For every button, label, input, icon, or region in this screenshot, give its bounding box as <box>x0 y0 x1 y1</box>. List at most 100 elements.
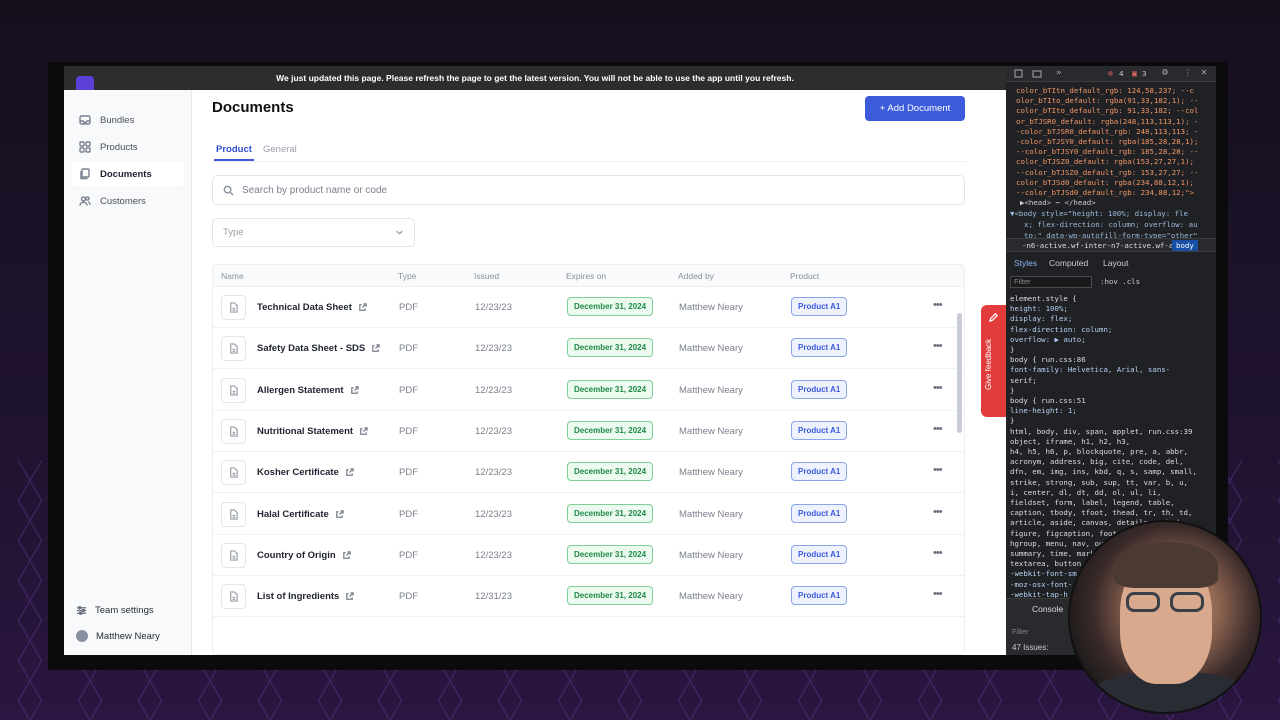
document-name-text: Safety Data Sheet - SDS <box>257 343 366 355</box>
styles-filter-input[interactable]: Filter <box>1010 276 1092 288</box>
product-badge[interactable]: Product A1 <box>791 462 848 482</box>
column-header-expires[interactable]: Expires on <box>566 271 606 281</box>
sidebar-item-products[interactable]: Products <box>72 135 184 159</box>
external-link-icon[interactable] <box>350 385 359 395</box>
kebab-menu-icon[interactable]: ⋮ <box>1184 68 1191 77</box>
issues-count[interactable]: 47 Issues: <box>1012 643 1048 652</box>
table-row[interactable]: Kosher Certificate PDF 12/23/23 December 31… <box>213 452 964 494</box>
product-badge[interactable]: Product A1 <box>791 379 848 399</box>
sidebar-item-bundles[interactable]: Bundles <box>72 108 184 132</box>
close-icon[interactable]: ✕ <box>1201 67 1207 78</box>
table-row[interactable]: Technical Data Sheet PDF 12/23/23 December … <box>213 287 964 328</box>
style-rule-line: object, iframe, h1, h2, h3, <box>1010 436 1131 446</box>
tab-computed[interactable]: Computed <box>1049 258 1088 268</box>
style-rule-line: height: 100%; <box>1010 304 1068 314</box>
product-badge[interactable]: Product A1 <box>791 420 848 440</box>
product-badge[interactable]: Product A1 <box>791 586 848 606</box>
document-name[interactable]: List of Ingredients <box>257 591 355 602</box>
table-scrollbar[interactable] <box>957 313 962 433</box>
row-menu-icon[interactable]: ••• <box>933 299 943 311</box>
external-link-icon[interactable] <box>335 509 344 519</box>
tab-general[interactable]: General <box>263 144 297 155</box>
document-name[interactable]: Technical Data Sheet <box>257 302 367 313</box>
devtools-code-line: olor_bTIto_default: rgba(91,33,182,1); -… <box>1016 96 1199 106</box>
device-icon[interactable] <box>1032 69 1042 79</box>
tab-product[interactable]: Product <box>216 144 252 155</box>
column-header-added-by[interactable]: Added by <box>678 271 714 281</box>
product-badge[interactable]: Product A1 <box>791 544 848 564</box>
issued-date: 12/23/23 <box>475 508 512 520</box>
table-row[interactable]: Halal Certificate PDF 12/23/23 December 31,… <box>213 494 964 535</box>
issued-date: 12/23/23 <box>475 425 512 437</box>
error-icon[interactable]: ⊗ <box>1108 69 1113 78</box>
style-rule-line: } <box>1010 345 1015 354</box>
product-badge[interactable]: Product A1 <box>791 503 848 523</box>
tab-layout[interactable]: Layout <box>1103 258 1129 268</box>
table-row[interactable]: Country of Origin PDF 12/23/23 December 31,… <box>213 535 964 576</box>
external-link-icon[interactable] <box>345 592 355 601</box>
document-name[interactable]: Halal Certificate <box>257 509 344 520</box>
style-rule-line: -moz-osx-font- <box>1010 579 1073 589</box>
breadcrumb-path[interactable]: -n6-active.wf-inter-n7-active.wf-active <box>1022 241 1196 250</box>
hov-cls-toggle[interactable]: :hov .cls <box>1100 277 1140 286</box>
expiry-badge: December 31, 2024 <box>567 462 654 482</box>
warning-icon[interactable]: ▣ <box>1132 69 1137 78</box>
column-header-product[interactable]: Product <box>790 271 819 281</box>
tab-styles[interactable]: Styles <box>1014 258 1037 268</box>
body-node[interactable]: ▼<body style="height: 100%; display: fle <box>1010 209 1188 218</box>
document-type: PDF <box>399 508 418 520</box>
table-row[interactable]: Safety Data Sheet - SDS PDF 12/23/23 Decemb… <box>213 328 964 370</box>
sidebar-item-documents[interactable]: Documents <box>72 162 184 186</box>
column-header-name[interactable]: Name <box>221 271 244 281</box>
external-link-icon[interactable] <box>371 344 380 353</box>
document-name[interactable]: Allergen Statement <box>257 385 359 396</box>
external-link-icon[interactable] <box>345 468 354 477</box>
head-node[interactable]: ▶<head> ⋯ </head> <box>1020 198 1096 207</box>
add-document-button[interactable]: + Add Document <box>865 96 965 121</box>
column-header-issued[interactable]: Issued <box>474 271 499 281</box>
row-menu-icon[interactable]: ••• <box>933 423 943 435</box>
document-name[interactable]: Kosher Certificate <box>257 467 354 478</box>
issued-date: 12/23/23 <box>475 384 512 396</box>
row-menu-icon[interactable]: ••• <box>933 547 943 559</box>
search-input[interactable]: Search by product name or code <box>212 175 965 205</box>
row-menu-icon[interactable]: ••• <box>933 340 943 352</box>
row-menu-icon[interactable]: ••• <box>933 588 943 600</box>
expiry-badge: December 31, 2024 <box>567 586 654 606</box>
team-settings-link[interactable]: Team settings <box>76 605 154 616</box>
more-tabs-icon[interactable]: » <box>1056 68 1061 78</box>
external-link-icon[interactable] <box>342 551 351 560</box>
document-type: PDF <box>399 302 418 313</box>
console-tab[interactable]: Console <box>1032 604 1063 614</box>
give-feedback-tab[interactable]: Give feedback <box>981 305 1006 417</box>
issued-date: 12/23/23 <box>475 549 512 561</box>
console-filter-input[interactable]: Filter <box>1012 627 1029 636</box>
document-name[interactable]: Country of Origin <box>257 550 351 561</box>
document-name[interactable]: Safety Data Sheet - SDS <box>257 343 380 354</box>
row-menu-icon[interactable]: ••• <box>933 382 943 394</box>
gear-icon[interactable]: ⚙ <box>1162 67 1168 78</box>
style-rule-line: html, body, div, span, applet, run.css:3… <box>1010 426 1193 436</box>
product-badge[interactable]: Product A1 <box>791 297 848 316</box>
table-row[interactable]: Nutritional Statement PDF 12/23/23 December… <box>213 411 964 452</box>
element-breadcrumb: -n6-active.wf-inter-n7-active.wf-active … <box>1006 238 1216 252</box>
row-menu-icon[interactable]: ••• <box>933 506 943 518</box>
inspect-icon[interactable] <box>1014 69 1024 79</box>
column-header-type[interactable]: Type <box>398 271 416 281</box>
product-badge[interactable]: Product A1 <box>791 338 848 358</box>
table-row[interactable]: Allergen Statement PDF 12/23/23 December 31… <box>213 370 964 411</box>
expiry-badge: December 31, 2024 <box>567 544 654 564</box>
breadcrumb-body[interactable]: body <box>1172 240 1198 251</box>
external-link-icon[interactable] <box>358 303 367 312</box>
row-menu-icon[interactable]: ••• <box>933 464 943 476</box>
external-link-icon[interactable] <box>359 427 368 436</box>
user-menu[interactable]: Matthew Neary <box>76 630 160 642</box>
document-name[interactable]: Nutritional Statement <box>257 426 368 437</box>
expiry-badge: December 31, 2024 <box>567 379 654 399</box>
sidebar-item-customers[interactable]: Customers <box>72 189 184 213</box>
table-header: Name Type Issued Expires on Added by Pro… <box>213 265 964 287</box>
chevron-down-icon <box>396 230 403 235</box>
type-select[interactable]: Type <box>212 218 415 247</box>
devtools-code-line: color_bTJSZ0_default: rgba(153,27,27,1); <box>1016 157 1194 167</box>
table-row[interactable]: List of Ingredients PDF 12/31/23 December 3… <box>213 576 964 618</box>
